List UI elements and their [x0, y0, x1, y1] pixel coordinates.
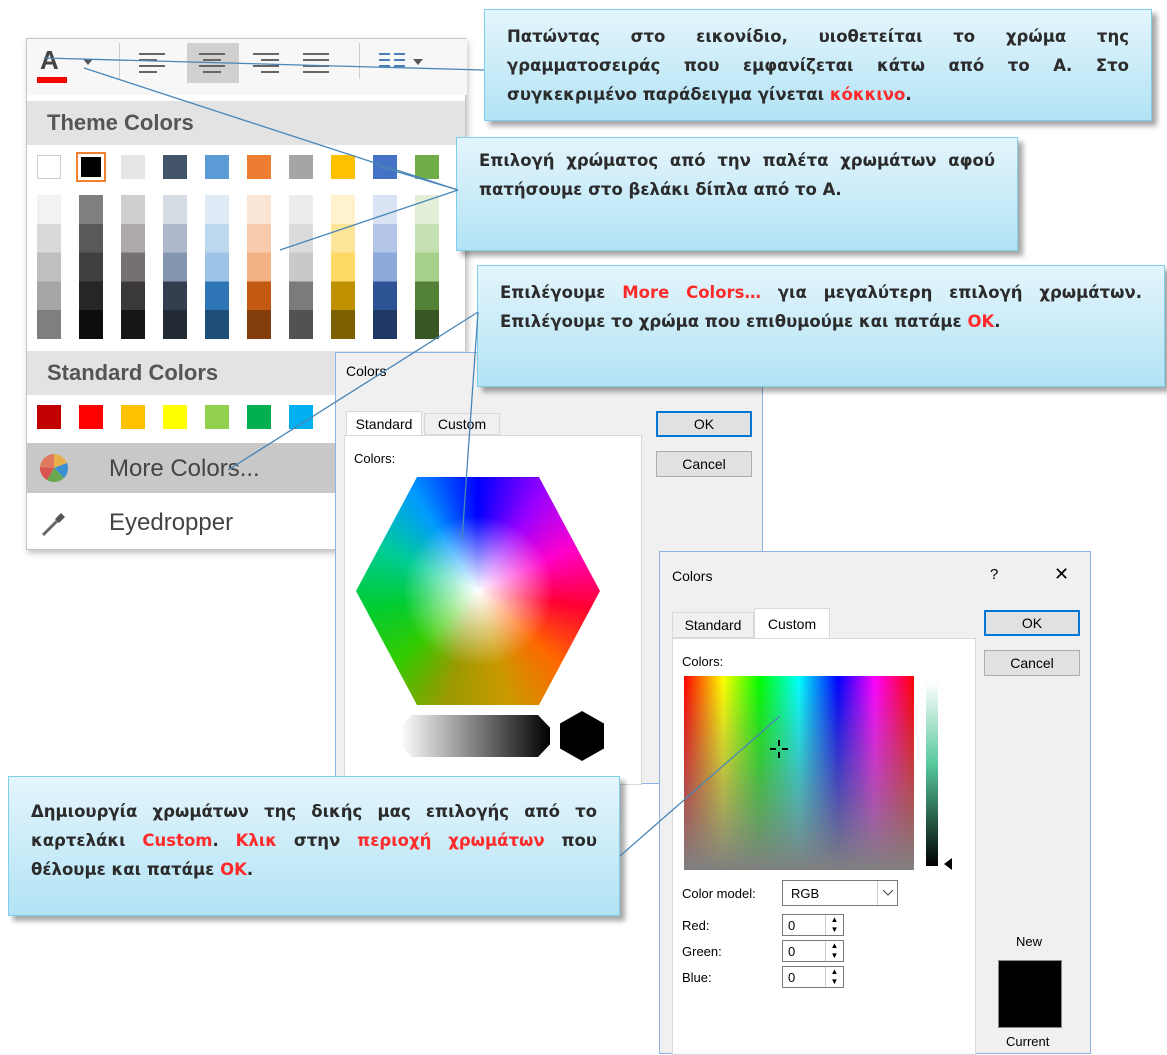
current-font-color-bar	[37, 77, 67, 83]
align-center-icon[interactable]	[199, 53, 225, 73]
green-label: Green:	[682, 944, 722, 959]
grayscale-hex-row[interactable]	[400, 715, 550, 757]
chevron-down-icon[interactable]	[83, 59, 93, 65]
color-wheel-icon	[39, 453, 69, 482]
cancel-button[interactable]: Cancel	[984, 650, 1080, 676]
align-left-icon[interactable]	[139, 53, 165, 73]
theme-swatch[interactable]	[247, 155, 271, 179]
crosshair-icon	[770, 740, 788, 758]
chevron-down-icon	[877, 881, 897, 905]
theme-shades-grid[interactable]	[37, 195, 457, 339]
help-icon[interactable]: ?	[990, 566, 998, 583]
custom-color-spectrum[interactable]	[684, 676, 914, 870]
toolbar-separator	[359, 43, 360, 79]
callout-custom: Δημιουργία χρωμάτων της δικής μας επιλογ…	[8, 776, 620, 916]
ok-button[interactable]: OK	[656, 411, 752, 437]
close-icon[interactable]: ✕	[1054, 564, 1069, 585]
red-label: Red:	[682, 918, 710, 933]
new-color-label: New	[1016, 934, 1043, 949]
ok-button[interactable]: OK	[984, 610, 1080, 636]
new-current-preview	[998, 960, 1062, 1028]
chevron-down-icon[interactable]	[413, 59, 423, 65]
color-model-select[interactable]: RGB	[782, 880, 898, 906]
blue-input[interactable]: 0 ▲ ▼	[782, 966, 844, 988]
colors-label: Colors:	[682, 654, 724, 669]
more-colors-label: More Colors...	[109, 455, 260, 482]
color-model-label: Color model:	[682, 886, 756, 901]
standard-swatch[interactable]	[37, 405, 61, 429]
luminance-slider[interactable]	[926, 682, 938, 866]
blue-label: Blue:	[682, 970, 712, 985]
tab-standard[interactable]: Standard	[346, 411, 422, 435]
colors-dialog-custom: Colors ? ✕ Standard Custom OK Cancel Col…	[659, 551, 1091, 1055]
theme-swatch[interactable]	[373, 155, 397, 179]
theme-swatch[interactable]	[37, 155, 61, 179]
tab-standard[interactable]: Standard	[672, 612, 754, 638]
theme-swatch[interactable]	[205, 155, 229, 179]
callout-font-color-icon: Πατώντας στο εικονίδιο, υιοθετείται το χ…	[484, 9, 1152, 121]
red-input[interactable]: 0 ▲ ▼	[782, 914, 844, 936]
ribbon-toolbar: A	[27, 39, 467, 95]
standard-swatch[interactable]	[205, 405, 229, 429]
standard-colors-label: Standard Colors	[47, 360, 219, 385]
theme-swatch[interactable]	[331, 155, 355, 179]
spinner-arrows-icon[interactable]: ▲ ▼	[825, 941, 843, 961]
standard-swatch[interactable]	[289, 405, 313, 429]
theme-swatch[interactable]	[121, 155, 145, 179]
standard-swatch[interactable]	[79, 405, 103, 429]
cancel-button[interactable]: Cancel	[656, 451, 752, 477]
eyedropper-icon	[41, 513, 65, 537]
theme-top-row	[37, 152, 457, 183]
justify-icon[interactable]	[303, 53, 329, 73]
theme-colors-label: Theme Colors	[47, 110, 194, 135]
toolbar-separator	[119, 43, 120, 79]
font-color-button[interactable]: A	[35, 45, 75, 89]
tab-custom[interactable]: Custom	[754, 608, 830, 638]
theme-swatch-selected[interactable]	[76, 152, 106, 182]
theme-swatch[interactable]	[415, 155, 439, 179]
dialog-title: Colors	[346, 363, 387, 379]
columns-icon[interactable]	[379, 53, 405, 73]
spinner-arrows-icon[interactable]: ▲ ▼	[825, 967, 843, 987]
colors-label: Colors:	[354, 451, 396, 466]
standard-swatch[interactable]	[121, 405, 145, 429]
theme-swatch[interactable]	[163, 155, 187, 179]
callout-more-colors: Επιλέγουμε More Colors… για μεγαλύτερη ε…	[477, 265, 1165, 387]
callout-palette: Επιλογή χρώματος από την παλέτα χρωμάτων…	[456, 137, 1018, 251]
standard-swatch[interactable]	[163, 405, 187, 429]
eyedropper-label: Eyedropper	[109, 509, 234, 536]
align-right-icon[interactable]	[253, 53, 279, 73]
green-input[interactable]: 0 ▲ ▼	[782, 940, 844, 962]
luminance-arrow-icon[interactable]	[944, 858, 952, 870]
dialog-title: Colors	[672, 568, 713, 584]
font-color-a-icon: A	[40, 45, 59, 75]
theme-swatch[interactable]	[289, 155, 313, 179]
spinner-arrows-icon[interactable]: ▲ ▼	[825, 915, 843, 935]
theme-colors-header: Theme Colors	[27, 101, 465, 145]
standard-swatch[interactable]	[247, 405, 271, 429]
current-color-label: Current	[1006, 1034, 1050, 1049]
tab-custom[interactable]: Custom	[424, 413, 500, 435]
